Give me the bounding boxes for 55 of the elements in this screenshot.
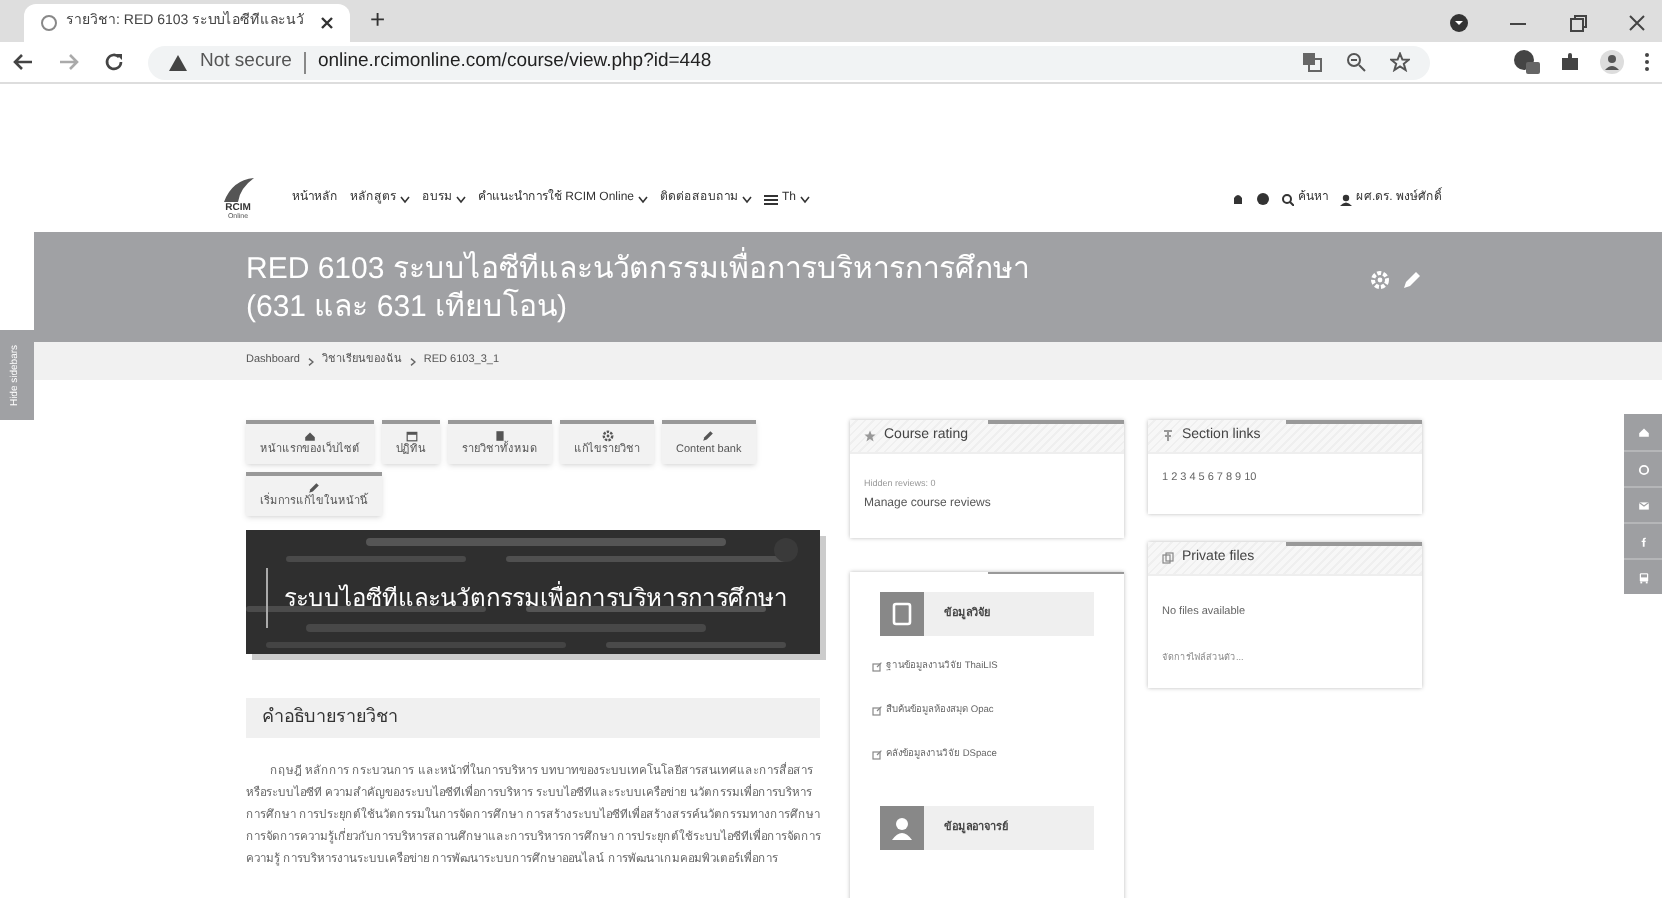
security-label: Not secure [200, 47, 292, 76]
search-icon [1281, 193, 1294, 205]
pencil-icon [308, 481, 320, 494]
bell-icon [1231, 192, 1244, 206]
banner-title: ระบบไอซีทีและนวัตกรรมเพื่อการบริหารการศึกษา [284, 584, 788, 612]
back-icon [12, 52, 34, 72]
external-link-icon [872, 706, 882, 717]
files-icon [1162, 552, 1174, 565]
close-icon [320, 16, 334, 30]
star-icon [1390, 52, 1410, 72]
course-title: RED 6103 ระบบไอซีทีและนวัตกรรมเพื่อการบริหารการศึกษา (631 และ 631 เทียบโอน) [246, 250, 1046, 326]
warning-icon [168, 53, 188, 71]
forward-icon [58, 52, 80, 72]
more-icon [1644, 52, 1650, 72]
settings-icon [601, 429, 613, 442]
chevron-down-icon [400, 195, 410, 203]
book-icon [890, 601, 914, 626]
star-icon [864, 430, 876, 442]
logo-icon [220, 175, 256, 203]
book-icon [494, 429, 506, 442]
restore-icon [1568, 14, 1588, 32]
address-bar[interactable]: Not secure online.rcimonline.com/course/view.php?id=448 [148, 45, 1430, 79]
pencil-icon [702, 429, 715, 442]
chevron-right-icon [307, 357, 314, 365]
section-title: คำอธิบายรายวิชา [262, 704, 398, 731]
mail-icon [1637, 499, 1649, 511]
reload-icon [104, 52, 124, 72]
new-tab-button[interactable]: + [370, 0, 386, 38]
close-icon [1628, 14, 1646, 32]
facebook-icon [1637, 535, 1649, 547]
calendar-icon [405, 429, 417, 442]
settings-icon [1370, 270, 1390, 290]
account-icon [1600, 50, 1624, 74]
extension-icon [1512, 50, 1540, 74]
external-link-icon [872, 750, 882, 761]
chevron-right-icon [409, 357, 416, 365]
home-icon [304, 429, 316, 442]
chevron-down-icon [742, 195, 753, 203]
chevron-down-icon [638, 195, 649, 203]
pencil-icon [1402, 270, 1422, 290]
pin-icon [1162, 430, 1174, 442]
profile-menu-icon [1450, 14, 1468, 32]
zoom-out-icon [1346, 52, 1366, 72]
external-link-icon [872, 661, 882, 672]
globe-icon [40, 14, 58, 32]
bus-icon [1637, 571, 1649, 583]
chevron-down-icon [800, 195, 811, 203]
menu-icon [764, 193, 779, 205]
home-icon [1637, 426, 1649, 438]
user-icon [1339, 193, 1352, 205]
url-text: online.rcimonline.com/course/view.php?id=448 [317, 47, 712, 76]
circle-icon [1637, 463, 1649, 475]
chevron-down-icon [456, 195, 466, 203]
translate-icon [1302, 52, 1322, 72]
person-icon [890, 816, 914, 841]
